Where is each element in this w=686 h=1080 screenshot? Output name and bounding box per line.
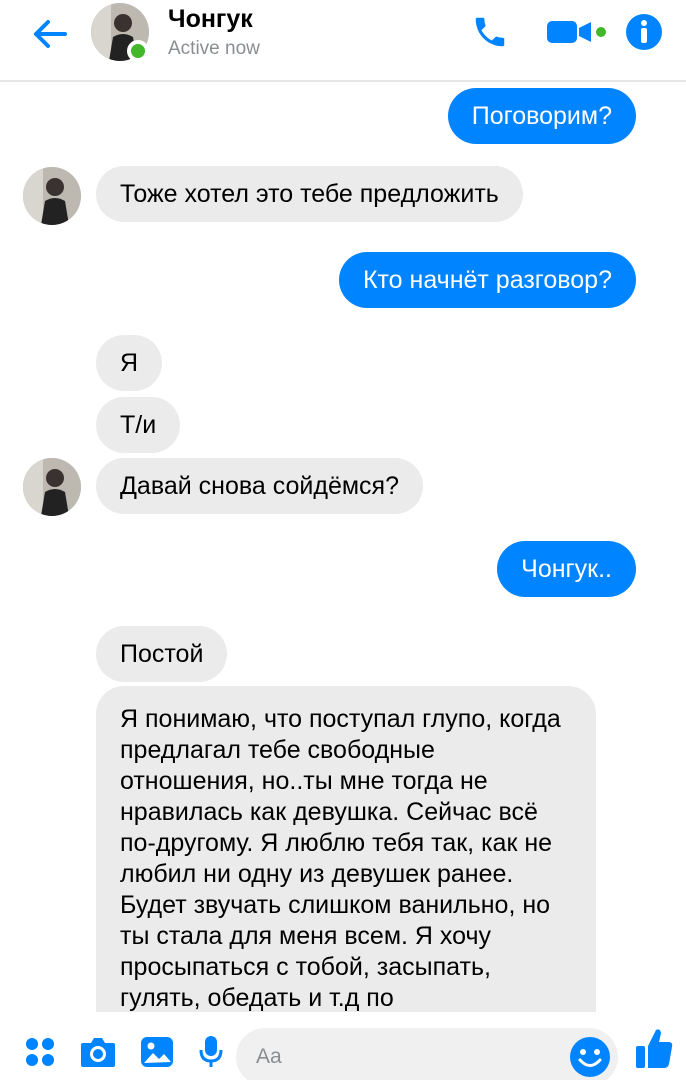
- image-icon: [141, 1037, 173, 1067]
- like-button[interactable]: [632, 1026, 676, 1070]
- phone-icon: [475, 17, 505, 47]
- voice-button[interactable]: [194, 1030, 228, 1074]
- video-camera-icon: [547, 21, 606, 43]
- online-indicator: [127, 40, 149, 62]
- outgoing-message[interactable]: Поговорим?: [447, 88, 636, 144]
- info-button[interactable]: [622, 10, 666, 54]
- more-actions-button[interactable]: [22, 1030, 58, 1074]
- contact-name[interactable]: Чонгук: [168, 5, 253, 34]
- arrow-left-icon: [34, 20, 67, 48]
- incoming-message[interactable]: Давай снова сойдёмся?: [96, 458, 423, 514]
- four-dots-icon: [26, 1038, 54, 1066]
- incoming-long-message[interactable]: Я понимаю, что поступал глупо, когда пре…: [96, 686, 596, 1012]
- composer-bar: [0, 1012, 686, 1080]
- incoming-message[interactable]: Тоже хотел это тебе предложить: [96, 166, 523, 222]
- contact-avatar-small[interactable]: [23, 167, 81, 225]
- emoji-button[interactable]: [568, 1035, 612, 1079]
- gallery-button[interactable]: [137, 1030, 177, 1074]
- incoming-message[interactable]: Я: [96, 335, 163, 391]
- call-button[interactable]: [468, 10, 512, 54]
- contact-avatar-small[interactable]: [23, 458, 81, 516]
- microphone-icon: [199, 1036, 223, 1067]
- message-input[interactable]: [256, 1028, 556, 1080]
- smiley-icon: [570, 1037, 610, 1077]
- camera-button[interactable]: [78, 1030, 118, 1074]
- outgoing-message[interactable]: Чонгук..: [497, 541, 636, 597]
- incoming-message[interactable]: Постой: [96, 626, 228, 682]
- info-icon: [626, 14, 662, 50]
- camera-icon: [81, 1038, 115, 1067]
- outgoing-message[interactable]: Кто начнёт разговор?: [338, 252, 636, 308]
- back-button[interactable]: [30, 14, 70, 54]
- message-composer: [236, 1028, 618, 1080]
- incoming-message[interactable]: Т/и: [96, 397, 181, 453]
- thumbs-up-icon: [636, 1029, 673, 1068]
- presence-status: Active now: [168, 38, 260, 59]
- conversation-header: Чонгук Active now: [0, 0, 686, 82]
- video-call-button[interactable]: [544, 10, 610, 54]
